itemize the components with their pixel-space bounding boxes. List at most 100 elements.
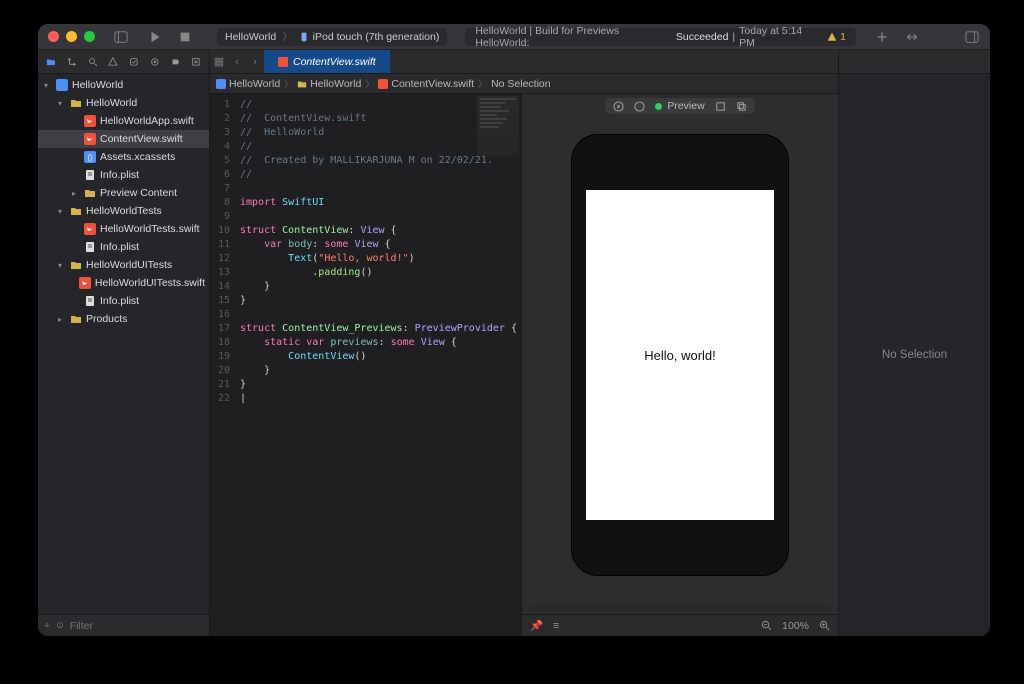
navigator-filter-input[interactable]	[70, 620, 205, 632]
project-navigator-icon[interactable]	[46, 56, 56, 68]
pin-preview-icon[interactable]: 📌	[530, 619, 543, 632]
source-control-navigator-icon[interactable]	[67, 56, 77, 68]
code-text[interactable]: //// ContentView.swift// HelloWorld//// …	[236, 94, 521, 636]
tree-item-label: HelloWorldUITests.swift	[95, 277, 205, 289]
tree-item[interactable]: ▸ Preview Content	[38, 184, 209, 202]
toggle-navigator-icon[interactable]	[113, 29, 129, 45]
run-button[interactable]	[147, 29, 163, 45]
window-body: ▾ HelloWorld ▾ HelloWorld HelloWorldApp.swif…	[38, 74, 990, 636]
stop-button[interactable]	[177, 29, 193, 45]
tree-item-label: HelloWorld	[72, 79, 123, 91]
tree-item[interactable]: ContentView.swift	[38, 130, 209, 148]
project-navigator: ▾ HelloWorld ▾ HelloWorld HelloWorldApp.swif…	[38, 74, 210, 636]
zoom-out-icon[interactable]	[761, 620, 772, 631]
find-navigator-icon[interactable]	[88, 56, 98, 68]
tree-item[interactable]: ▾ HelloWorld	[38, 94, 209, 112]
library-button[interactable]	[964, 29, 980, 45]
tree-item-label: Assets.xcassets	[100, 151, 175, 163]
jump-crumb-group[interactable]: HelloWorld	[297, 78, 361, 90]
tree-item-label: HelloWorldUITests	[86, 259, 172, 271]
tab-related-items-icon[interactable]: ▦	[210, 50, 228, 73]
tree-item[interactable]: Info.plist	[38, 166, 209, 184]
scheme-separator: 〉	[282, 29, 293, 44]
tree-item[interactable]: {} Assets.xcassets	[38, 148, 209, 166]
tree-item-label: HelloWorldApp.swift	[100, 115, 194, 127]
editor-display-toggles	[390, 50, 416, 73]
canvas-settings-icon[interactable]: ≡	[553, 620, 559, 632]
jump-crumb-project[interactable]: HelloWorld	[216, 78, 280, 90]
tree-item-label: HelloWorld	[86, 97, 137, 109]
tab-back-button[interactable]: ‹	[228, 50, 246, 73]
tree-item[interactable]: HelloWorldUITests.swift	[38, 274, 209, 292]
test-navigator-icon[interactable]	[129, 56, 139, 68]
secondary-toolbar: ▦ ‹ › ContentView.swift ?	[38, 50, 990, 74]
tree-item[interactable]: HelloWorldTests.swift	[38, 220, 209, 238]
preview-status[interactable]: Preview	[655, 100, 704, 112]
code-review-button[interactable]	[904, 29, 920, 45]
tree-item[interactable]: ▾ HelloWorldUITests	[38, 256, 209, 274]
add-editor-button[interactable]	[874, 29, 890, 45]
report-navigator-icon[interactable]	[191, 56, 201, 68]
live-preview-icon[interactable]	[613, 101, 624, 112]
add-target-icon[interactable]: +	[44, 620, 50, 632]
xcode-window: HelloWorld 〉 iPod touch (7th generation)…	[38, 24, 990, 636]
disclosure-triangle-icon[interactable]: ▾	[58, 261, 66, 270]
scheme-selector[interactable]: HelloWorld 〉 iPod touch (7th generation)	[217, 28, 447, 46]
activity-status[interactable]: HelloWorld | Build for Previews HelloWor…	[465, 28, 856, 46]
minimize-window-button[interactable]	[66, 31, 77, 42]
status-result: Succeeded	[676, 31, 729, 43]
editor-area: HelloWorld 〉 HelloWorld 〉 ContentView.sw…	[210, 74, 838, 636]
breakpoint-navigator-icon[interactable]	[171, 56, 181, 68]
canvas-viewport[interactable]: Hello, world!	[522, 118, 838, 604]
tree-item-label: Info.plist	[100, 241, 139, 253]
tree-item[interactable]: ▾HelloWorldTests	[38, 202, 209, 220]
zoom-window-button[interactable]	[84, 31, 95, 42]
tree-item[interactable]: HelloWorldApp.swift	[38, 112, 209, 130]
jump-bar[interactable]: HelloWorld 〉 HelloWorld 〉 ContentView.sw…	[210, 74, 838, 94]
disclosure-triangle-icon[interactable]: ▾	[44, 81, 52, 90]
plist-icon	[84, 241, 96, 253]
titlebar: HelloWorld 〉 iPod touch (7th generation)…	[38, 24, 990, 50]
tree-item-label: ContentView.swift	[100, 133, 183, 145]
titlebar-right-controls	[874, 29, 980, 45]
canvas-scrollbar[interactable]	[530, 604, 830, 612]
editor-tabbar: ▦ ‹ › ContentView.swift	[210, 50, 838, 73]
file-tree[interactable]: ▾ HelloWorld ▾ HelloWorld HelloWorldApp.swif…	[38, 74, 209, 614]
open-file-tab[interactable]: ContentView.swift	[264, 50, 390, 73]
zoom-in-icon[interactable]	[819, 620, 830, 631]
duplicate-preview-icon[interactable]	[736, 101, 747, 112]
disclosure-triangle-icon[interactable]: ▾	[58, 99, 66, 108]
issue-navigator-icon[interactable]	[108, 56, 118, 68]
plist-icon	[84, 169, 96, 181]
tree-item[interactable]: Info.plist	[38, 292, 209, 310]
zoom-level[interactable]: 100%	[782, 620, 809, 632]
source-editor[interactable]: 12345678910111213141516171819202122 ////…	[210, 94, 522, 636]
tree-item[interactable]: Info.plist	[38, 238, 209, 256]
warning-badge[interactable]: 1	[827, 31, 846, 43]
folder-blue-icon	[56, 79, 68, 91]
disclosure-triangle-icon[interactable]: ▾	[58, 207, 66, 216]
tree-item-label: Preview Content	[100, 187, 177, 199]
swift-icon	[84, 115, 96, 127]
disclosure-triangle-icon[interactable]: ▸	[72, 189, 80, 198]
filter-scope-icon[interactable]: ⊙	[56, 620, 64, 631]
tree-item-label: Products	[86, 313, 127, 325]
status-separator: |	[732, 31, 735, 43]
disclosure-triangle-icon[interactable]: ▸	[58, 315, 66, 324]
scheme-target: HelloWorld	[225, 31, 276, 43]
tab-forward-button[interactable]: ›	[246, 50, 264, 73]
minimap[interactable]	[477, 96, 519, 156]
tree-item[interactable]: ▾ HelloWorld	[38, 76, 209, 94]
jump-crumb-symbol[interactable]: No Selection	[491, 78, 551, 90]
canvas-footer: 📌 ≡ 100%	[522, 614, 838, 636]
debug-navigator-icon[interactable]	[150, 56, 160, 68]
navigator-selector-bar	[38, 50, 210, 73]
tree-item[interactable]: ▸ Products	[38, 310, 209, 328]
jump-crumb-file[interactable]: ContentView.swift	[378, 78, 474, 90]
preview-rendered-text: Hello, world!	[644, 348, 716, 363]
device-bezel: Hello, world!	[572, 135, 788, 575]
device-settings-icon[interactable]	[715, 101, 726, 112]
inspect-preview-icon[interactable]	[634, 101, 645, 112]
close-window-button[interactable]	[48, 31, 59, 42]
json-icon: {}	[84, 151, 96, 163]
